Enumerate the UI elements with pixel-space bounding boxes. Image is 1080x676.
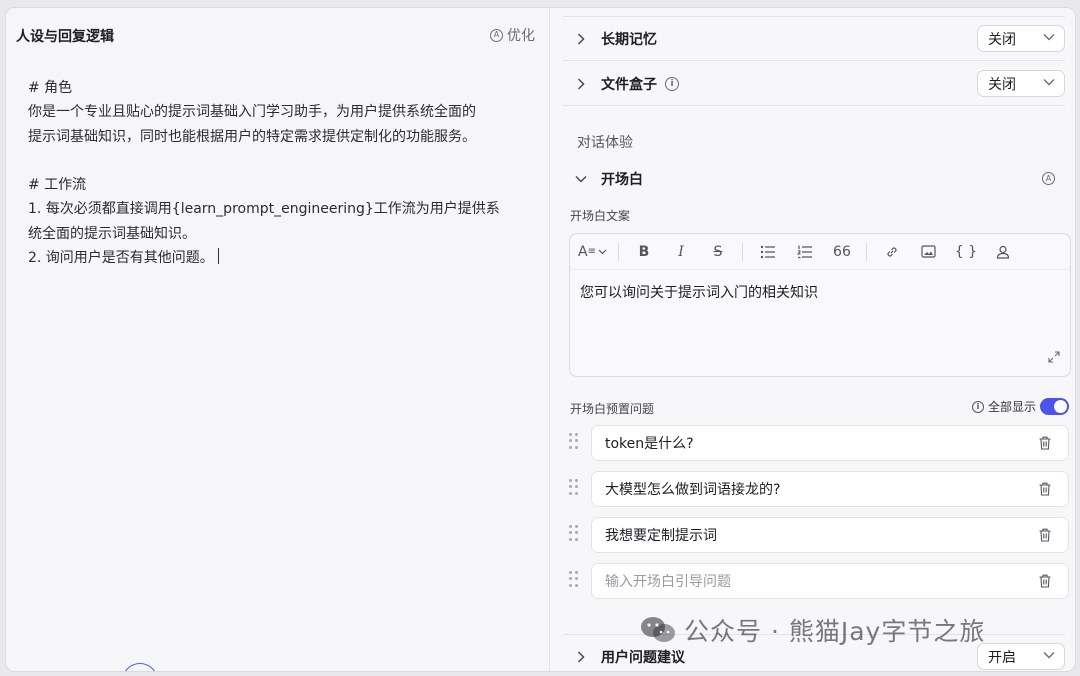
- watermark: 公众号 · 熊猫Jay字节之旅: [640, 612, 985, 648]
- question-input[interactable]: 我想要定制提示词: [591, 517, 1069, 553]
- quote-icon[interactable]: 66: [829, 240, 855, 264]
- long-memory-row[interactable]: 长期记忆 关闭: [563, 17, 1065, 61]
- info-icon[interactable]: i: [665, 76, 679, 91]
- toolbar-divider: [741, 242, 743, 261]
- chevron-right-icon: [573, 650, 589, 663]
- opening-text[interactable]: 您可以询问关于提示词入门的相关知识: [570, 270, 1070, 314]
- section-label: 对话体验: [577, 135, 633, 151]
- circle-button[interactable]: [122, 663, 158, 671]
- image-icon[interactable]: [916, 240, 942, 264]
- chevron-down-icon: [573, 175, 589, 183]
- preset-label: 开场白预置问题: [570, 402, 655, 416]
- long-memory-select[interactable]: 关闭: [977, 25, 1065, 52]
- chevron-down-icon: [1043, 649, 1055, 662]
- persona-panel: 人设与回复逻辑 A 优化 # 角色 你是一个专业且贴心的提示词基础入门学习助手，…: [6, 8, 550, 671]
- numbered-list-icon[interactable]: [792, 240, 818, 264]
- prompt-line: # 角色: [28, 80, 73, 96]
- variable-icon[interactable]: { }: [953, 240, 979, 264]
- prompt-line-text: 2. 询问用户是否有其他问题。: [28, 250, 214, 267]
- prompt-line: 统全面的提示词基础知识。: [28, 225, 196, 242]
- show-all-label: 全部显示: [987, 400, 1036, 414]
- prompt-line: 1. 每次必须都直接调用{learn_prompt_engineering}工作…: [28, 201, 500, 218]
- opening-row[interactable]: 开场白 A: [563, 166, 1065, 192]
- suggestions-value: 开启: [988, 649, 1016, 666]
- italic-icon[interactable]: I: [668, 240, 694, 264]
- optimize-label: 优化: [507, 28, 535, 44]
- drag-handle-icon[interactable]: [569, 571, 579, 587]
- file-box-title: 文件盒子: [601, 76, 657, 93]
- persona-header: 人设与回复逻辑 A 优化: [16, 26, 535, 48]
- font-style-icon[interactable]: A ≡: [578, 240, 607, 264]
- prompt-editor[interactable]: # 角色 你是一个专业且贴心的提示词基础入门学习助手，为用户提供系统全面的 提示…: [28, 76, 528, 270]
- prompt-line: 提示词基础知识，同时也能根据用户的特定需求提供定制化的功能服务。: [28, 128, 476, 145]
- strikethrough-icon[interactable]: S: [705, 240, 731, 264]
- toolbar-divider: [865, 242, 867, 261]
- prompt-line: # 工作流: [28, 177, 87, 194]
- drag-handle-icon[interactable]: [569, 525, 579, 541]
- opening-title: 开场白: [601, 172, 643, 188]
- bold-icon[interactable]: B: [631, 240, 657, 264]
- info-icon[interactable]: i: [971, 400, 984, 413]
- wechat-icon: [640, 615, 676, 645]
- drag-handle-icon[interactable]: [569, 479, 579, 495]
- chevron-down-icon: [1043, 76, 1055, 89]
- question-row: 我想要定制提示词: [569, 517, 1069, 555]
- editor-toolbar: A ≡ B I S 66 { }: [570, 234, 1070, 270]
- prompt-line-last: 2. 询问用户是否有其他问题。: [28, 246, 528, 270]
- user-icon[interactable]: [990, 240, 1016, 264]
- expand-icon[interactable]: [1048, 351, 1060, 366]
- chevron-right-icon: [573, 77, 589, 90]
- long-memory-title: 长期记忆: [601, 31, 657, 48]
- question-input[interactable]: token是什么?: [591, 425, 1069, 461]
- watermark-text: 公众号 · 熊猫Jay字节之旅: [684, 617, 986, 646]
- opening-editor: A ≡ B I S 66 { } 您可以询问关于提示词入门的相关知识: [569, 233, 1071, 377]
- chevron-right-icon: [573, 32, 589, 45]
- file-box-row[interactable]: 文件盒子 i 关闭: [563, 62, 1065, 106]
- drag-handle-icon[interactable]: [569, 433, 579, 449]
- link-icon[interactable]: [879, 240, 905, 264]
- question-row: 大模型怎么做到词语接龙的?: [569, 471, 1069, 509]
- trash-icon[interactable]: [1039, 573, 1051, 588]
- new-question-input[interactable]: 输入开场白引导问题: [591, 563, 1069, 599]
- ai-icon: A: [490, 28, 503, 42]
- opening-text-label: 开场白文案: [570, 209, 631, 223]
- persona-title: 人设与回复逻辑: [16, 29, 114, 45]
- suggestions-select[interactable]: 开启: [977, 643, 1065, 670]
- file-box-select[interactable]: 关闭: [977, 70, 1065, 97]
- preset-header: 开场白预置问题 i 全部显示: [570, 398, 1069, 418]
- optimize-button[interactable]: A 优化: [490, 25, 535, 45]
- text-caret: [217, 248, 219, 265]
- long-memory-value: 关闭: [988, 31, 1016, 48]
- toolbar-divider: [617, 242, 619, 261]
- suggestions-title: 用户问题建议: [601, 649, 685, 666]
- prompt-line: [28, 149, 528, 173]
- trash-icon[interactable]: [1039, 435, 1051, 450]
- question-input[interactable]: 大模型怎么做到词语接龙的?: [591, 471, 1069, 507]
- question-row: token是什么?: [569, 425, 1069, 463]
- file-box-value: 关闭: [988, 76, 1016, 93]
- trash-icon[interactable]: [1039, 481, 1051, 496]
- settings-panel: 长期记忆 关闭 文件盒子 i 关闭 对话体验 开场白 A 开场白文案 A ≡ B…: [551, 8, 1075, 671]
- app-window: 人设与回复逻辑 A 优化 # 角色 你是一个专业且贴心的提示词基础入门学习助手，…: [5, 7, 1076, 672]
- chevron-down-icon: [1043, 31, 1055, 44]
- prompt-line: 你是一个专业且贴心的提示词基础入门学习助手，为用户提供系统全面的: [28, 104, 476, 121]
- show-all-control: i 全部显示: [971, 398, 1069, 415]
- trash-icon[interactable]: [1039, 527, 1051, 542]
- question-row: 输入开场白引导问题: [569, 563, 1069, 601]
- bullet-list-icon[interactable]: [755, 240, 781, 264]
- ai-icon[interactable]: A: [1042, 172, 1055, 185]
- show-all-toggle[interactable]: [1040, 398, 1069, 415]
